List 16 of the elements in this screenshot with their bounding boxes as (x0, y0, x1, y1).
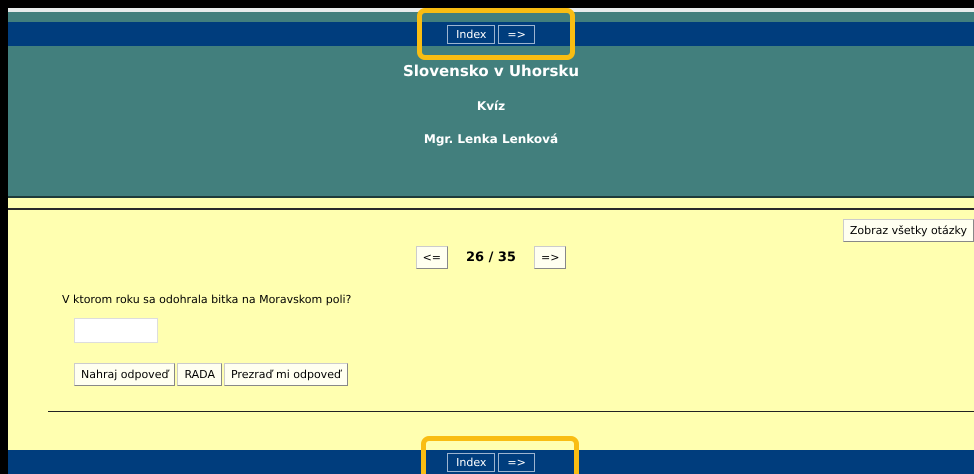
show-all-button[interactable]: Zobraz všetky otázky (842, 219, 974, 242)
action-button[interactable]: Nahraj odpoveď (74, 363, 176, 386)
question-counter: 26 / 35 (466, 250, 516, 265)
nav-button[interactable]: => (498, 24, 535, 44)
question-text: V ktorom roku sa odohrala bitka na Moravskom poli? (62, 293, 352, 306)
next-button[interactable]: => (534, 246, 566, 269)
nav-button[interactable]: => (498, 452, 535, 472)
nav-button[interactable]: Index (447, 452, 496, 472)
page-title: Slovensko v Uhorsku (402, 62, 580, 80)
prev-button[interactable]: <= (416, 246, 448, 269)
action-button[interactable]: RADA (177, 363, 222, 386)
author-name: Mgr. Lenka Lenková (424, 132, 558, 146)
action-button[interactable]: Prezraď mi odpoveď (224, 363, 348, 386)
nav-button[interactable]: Index (447, 24, 496, 44)
page-subtitle: Kvíz (476, 99, 506, 113)
answer-field[interactable] (74, 318, 158, 343)
